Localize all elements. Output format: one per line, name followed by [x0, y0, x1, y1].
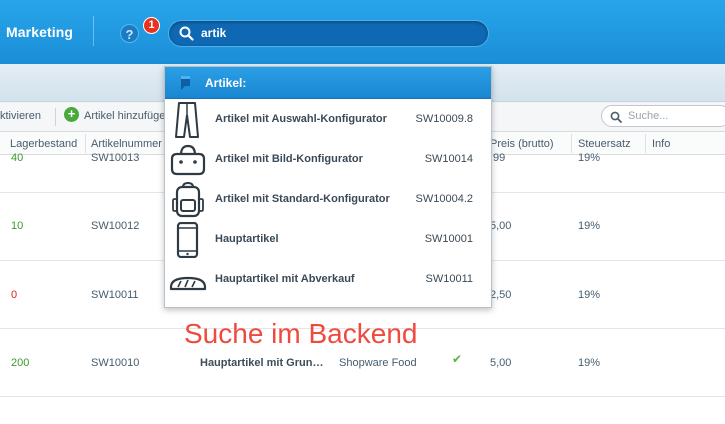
- annotation-caption: Suche im Backend: [184, 318, 418, 349]
- column-divider: [571, 134, 572, 153]
- tax-cell: 19%: [578, 152, 601, 164]
- result-number: SW10001: [424, 233, 473, 245]
- search-result-item[interactable]: Hauptartikel SW10001: [165, 220, 491, 260]
- search-icon: [610, 110, 622, 128]
- price-cell: ,99: [490, 152, 506, 164]
- column-divider: [85, 134, 86, 153]
- stock-cell: 200: [11, 357, 30, 369]
- price-cell: 5,00: [490, 357, 512, 369]
- backpack-icon: [168, 181, 208, 218]
- stock-cell: 10: [11, 220, 24, 232]
- article-category-icon: [179, 75, 193, 96]
- column-divider: [645, 134, 646, 153]
- column-header-number[interactable]: Artikelnummer: [91, 138, 162, 150]
- phone-icon: [168, 221, 208, 259]
- results-category-header: Artikel:: [165, 67, 491, 99]
- top-navigation-bar: Marketing ? 1 artik: [0, 0, 725, 64]
- tax-cell: 19%: [578, 357, 601, 369]
- tax-cell: 19%: [578, 220, 601, 232]
- search-result-item[interactable]: Artikel mit Auswahl-Konfigurator SW10009…: [165, 100, 491, 140]
- global-search-input[interactable]: artik: [168, 20, 489, 47]
- result-name: Hauptartikel mit Abverkauf: [215, 273, 355, 285]
- tax-cell: 19%: [578, 289, 601, 301]
- price-cell: 2,50: [490, 289, 512, 301]
- plus-icon[interactable]: +: [64, 107, 79, 122]
- search-placeholder: Suche...: [628, 110, 669, 122]
- stock-cell: 0: [11, 289, 18, 301]
- name-cell: Hauptartikel mit Grun…: [200, 357, 324, 369]
- number-cell: SW10013: [91, 152, 140, 164]
- help-icon[interactable]: ?: [120, 24, 139, 43]
- bread-icon: [168, 262, 208, 298]
- column-header-info[interactable]: Info: [652, 138, 670, 150]
- search-query[interactable]: artik: [201, 26, 226, 40]
- result-number: SW10004.2: [415, 193, 473, 205]
- column-header-tax[interactable]: Steuersatz: [578, 138, 631, 150]
- grid-search-input[interactable]: Suche...: [601, 105, 725, 127]
- result-number: SW10009.8: [415, 113, 473, 125]
- divider: [93, 16, 94, 46]
- number-cell: SW10011: [91, 289, 139, 301]
- result-name: Artikel mit Auswahl-Konfigurator: [215, 113, 387, 125]
- supplier-cell: Shopware Food: [339, 357, 417, 369]
- activate-button[interactable]: ktivieren: [0, 110, 41, 122]
- stock-cell: 40: [11, 152, 24, 164]
- bag-icon: [168, 142, 208, 178]
- number-cell: SW10012: [91, 220, 140, 232]
- result-name: Artikel mit Standard-Konfigurator: [215, 193, 390, 205]
- add-article-button[interactable]: Artikel hinzufüge: [84, 110, 165, 122]
- search-result-item[interactable]: Artikel mit Standard-Konfigurator SW1000…: [165, 180, 491, 220]
- trousers-icon: [168, 102, 208, 138]
- number-cell: SW10010: [91, 357, 140, 369]
- notification-badge[interactable]: 1: [143, 17, 160, 34]
- column-header-stock[interactable]: Lagerbestand: [10, 138, 77, 150]
- active-check-icon: ✔: [452, 352, 463, 366]
- result-number: SW10014: [424, 153, 473, 165]
- search-result-item[interactable]: Artikel mit Bild-Konfigurator SW10014: [165, 140, 491, 180]
- menu-marketing[interactable]: Marketing: [6, 24, 73, 40]
- result-name: Artikel mit Bild-Konfigurator: [215, 153, 363, 165]
- price-cell: 5,00: [490, 220, 512, 232]
- column-header-price[interactable]: Preis (brutto): [490, 138, 554, 150]
- results-category-title: Artikel:: [205, 76, 247, 90]
- search-results-dropdown: Artikel: Artikel mit Auswahl-Konfigurato…: [164, 66, 492, 308]
- toolbar-divider: [55, 108, 56, 126]
- result-name: Hauptartikel: [215, 233, 279, 245]
- search-icon: [179, 26, 194, 46]
- search-result-item[interactable]: Hauptartikel mit Abverkauf SW10011: [165, 260, 491, 300]
- result-number: SW10011: [425, 273, 474, 285]
